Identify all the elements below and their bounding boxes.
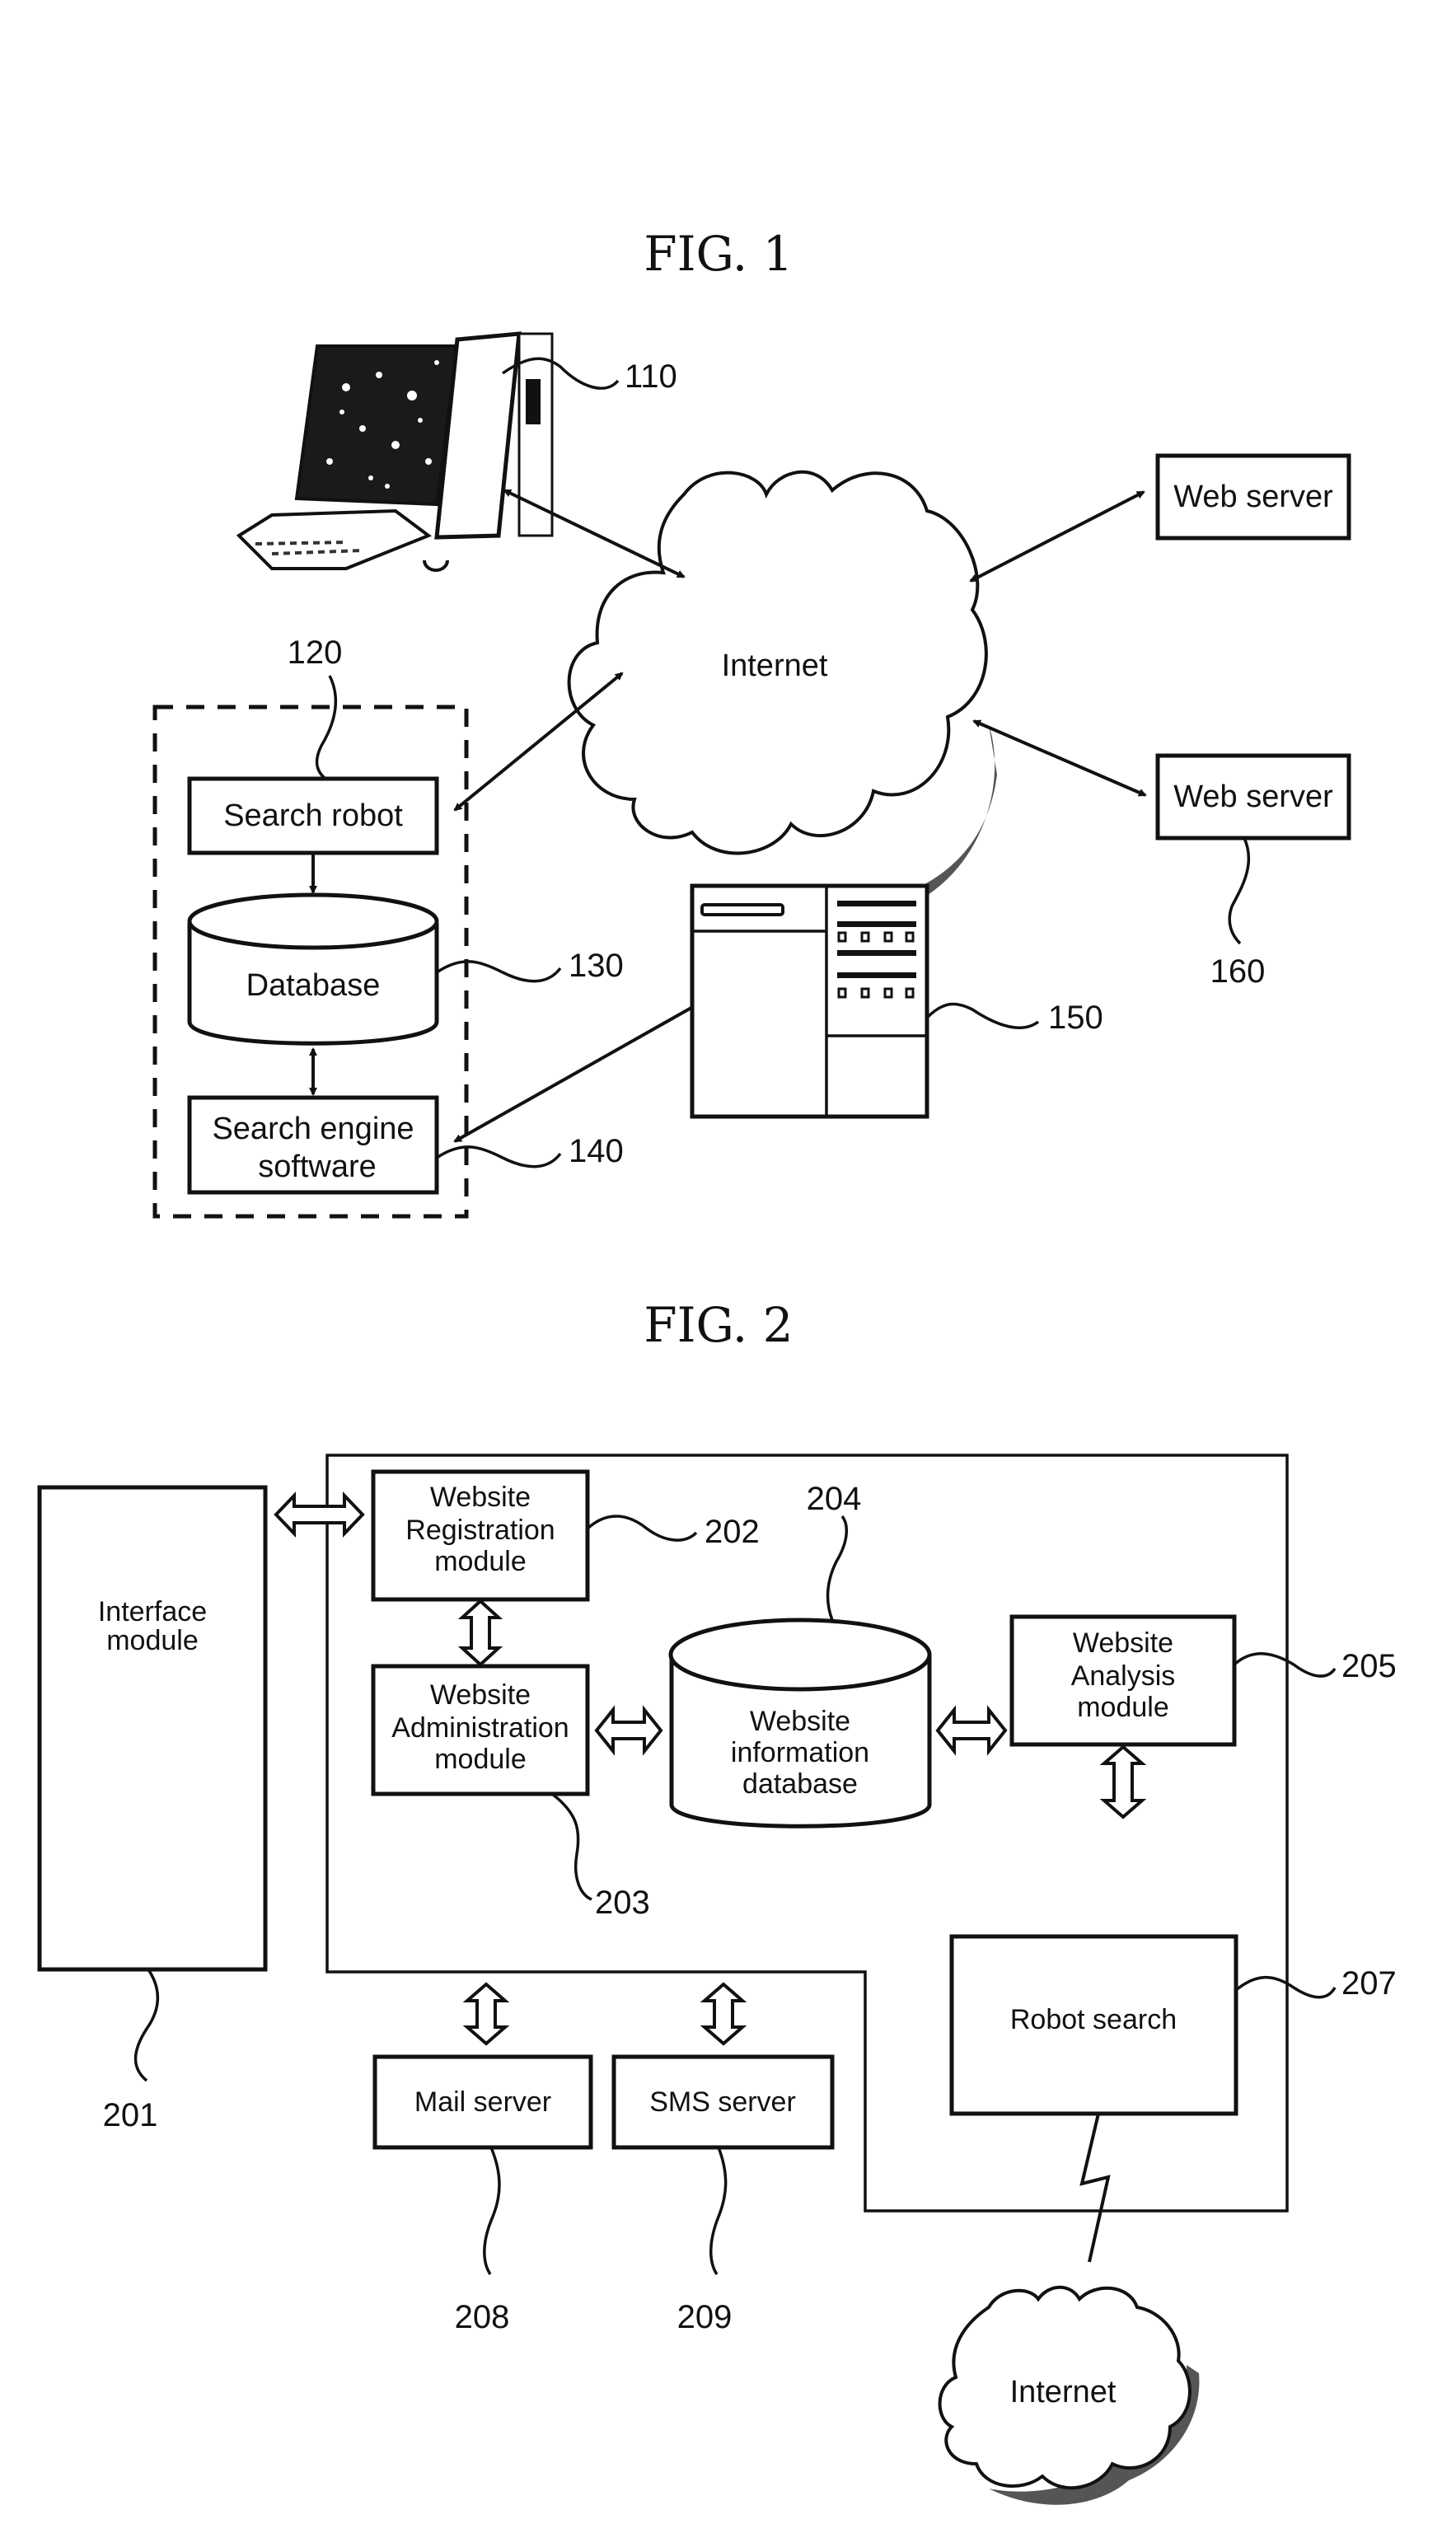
fig1-title: FIG. 1 xyxy=(644,226,793,282)
leader-line-160 xyxy=(1228,837,1251,945)
web-server-2: Web server xyxy=(1155,753,1351,841)
ref-201: 201 xyxy=(103,2097,158,2133)
patent-drawing-sheet: FIG. 1 110 Internet Web server Web serve… xyxy=(37,226,1397,2505)
leader-line-150 xyxy=(925,1002,1040,1029)
ref-160: 160 xyxy=(1210,953,1266,990)
administration-label-line3: module xyxy=(434,1744,527,1775)
connector-internet-webserver2 xyxy=(972,719,1147,797)
ref-204: 204 xyxy=(807,1481,862,1517)
administration-label-line1: Website xyxy=(430,1679,531,1711)
internet-label: Internet xyxy=(722,649,828,683)
interface-module-label-line2: module xyxy=(106,1625,199,1656)
double-arrow-analysis-robot[interactable] xyxy=(1099,1744,1147,1819)
search-robot-box: Search robot xyxy=(187,776,439,855)
figure-2: FIG. 2 Interface module 201 Website Regi… xyxy=(37,1297,1397,2505)
leader-line-203 xyxy=(550,1792,592,1901)
fig2-title: FIG. 2 xyxy=(644,1297,793,1353)
search-engine-label-line1: Search engine xyxy=(212,1112,414,1146)
double-arrow-system-sms[interactable] xyxy=(700,1982,747,2046)
web-server-1: Web server xyxy=(1155,453,1351,541)
ref-205: 205 xyxy=(1341,1648,1397,1684)
registration-module-box: Website Registration module xyxy=(371,1469,590,1602)
ref-150: 150 xyxy=(1048,1000,1103,1036)
ref-203: 203 xyxy=(595,1885,650,1921)
double-arrow-interface-registration[interactable] xyxy=(274,1491,365,1538)
leader-line-120 xyxy=(315,675,338,780)
administration-module-box: Website Administration module xyxy=(371,1664,590,1796)
server-rack-icon xyxy=(690,883,929,1119)
mail-server-box: Mail server xyxy=(372,2054,593,2150)
internet-label-fig2: Internet xyxy=(1010,2375,1117,2409)
connector-internet-webserver1 xyxy=(969,490,1145,583)
ref-209: 209 xyxy=(677,2299,733,2335)
internet-cloud-icon: Internet xyxy=(567,470,997,957)
leader-line-207 xyxy=(1234,1975,1337,1999)
analysis-label-line1: Website xyxy=(1073,1627,1173,1659)
connector-engine-server xyxy=(453,995,712,1143)
database-label: Database xyxy=(246,968,381,1003)
robot-search-box: Robot search xyxy=(949,1934,1238,2116)
info-database-cylinder: Website information database xyxy=(668,1618,932,1829)
mail-server-label: Mail server xyxy=(414,2086,551,2118)
leader-line-205 xyxy=(1233,1652,1337,1678)
info-database-label-line1: Website xyxy=(750,1706,850,1737)
double-arrow-database-analysis[interactable] xyxy=(935,1705,1008,1756)
figure-1: FIG. 1 110 Internet Web server Web serve… xyxy=(152,226,1351,1219)
ref-130: 130 xyxy=(569,948,624,984)
desktop-computer-icon xyxy=(236,331,554,572)
interface-module-box: Interface module xyxy=(37,1485,268,1972)
registration-label-line1: Website xyxy=(430,1482,531,1513)
registration-label-line3: module xyxy=(434,1546,527,1577)
internet-cloud-icon-fig2: Internet xyxy=(938,2285,1200,2505)
interface-module-label-line1: Interface xyxy=(98,1596,207,1627)
ref-120: 120 xyxy=(288,634,343,671)
search-engine-software-box: Search engine software xyxy=(187,1095,439,1195)
ref-208: 208 xyxy=(455,2299,510,2335)
analysis-label-line2: Analysis xyxy=(1071,1660,1176,1692)
registration-label-line2: Registration xyxy=(405,1515,555,1546)
info-database-label-line3: database xyxy=(742,1768,858,1800)
sms-server-box: SMS server xyxy=(611,2054,835,2150)
search-engine-label-line2: software xyxy=(258,1150,377,1184)
leader-line-208 xyxy=(483,2147,501,2275)
leader-line-204 xyxy=(826,1515,849,1621)
leader-line-201 xyxy=(133,1969,160,2082)
leader-line-209 xyxy=(709,2147,728,2275)
search-robot-label: Search robot xyxy=(223,798,403,833)
robot-search-label: Robot search xyxy=(1010,2004,1177,2035)
wireless-link-robot-internet xyxy=(1079,2113,1111,2263)
ref-110: 110 xyxy=(625,358,677,395)
web-server-2-label: Web server xyxy=(1173,780,1333,814)
ref-140: 140 xyxy=(569,1133,624,1169)
ref-207: 207 xyxy=(1341,1965,1397,2002)
double-arrow-administration-database[interactable] xyxy=(594,1705,663,1756)
leader-line-202 xyxy=(586,1515,698,1542)
info-database-label-line2: information xyxy=(731,1737,869,1768)
web-server-1-label: Web server xyxy=(1173,480,1333,514)
analysis-module-box: Website Analysis module xyxy=(1009,1614,1237,1747)
double-arrow-registration-administration[interactable] xyxy=(457,1599,503,1667)
analysis-label-line3: module xyxy=(1077,1692,1169,1723)
administration-label-line2: Administration xyxy=(391,1712,569,1744)
sms-server-label: SMS server xyxy=(649,2086,796,2118)
database-cylinder: Database xyxy=(187,892,439,1046)
leader-line-130 xyxy=(436,960,562,983)
double-arrow-system-mail[interactable] xyxy=(462,1982,510,2046)
ref-202: 202 xyxy=(705,1514,760,1550)
leader-line-140 xyxy=(436,1145,562,1168)
